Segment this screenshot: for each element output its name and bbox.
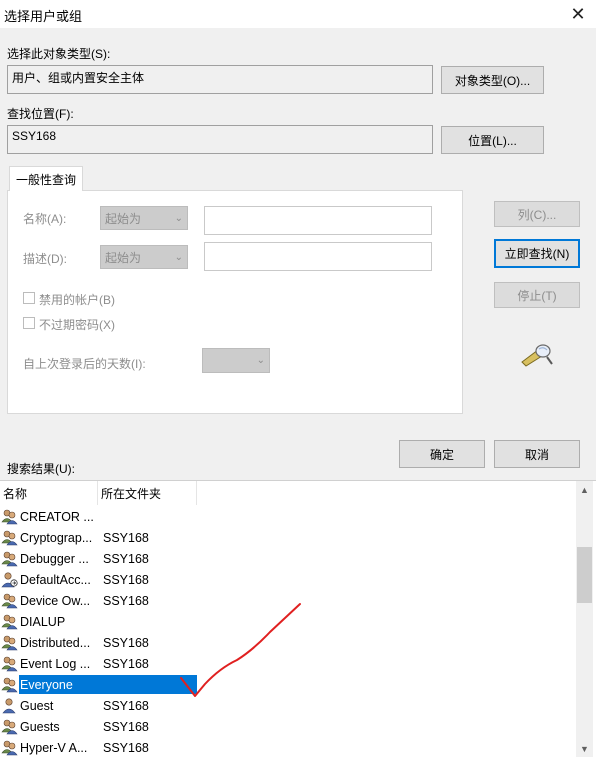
table-row[interactable]: DefaultAcc... SSY168 xyxy=(0,569,576,590)
row-name-cell[interactable]: Everyone xyxy=(0,674,197,695)
row-name-cell[interactable]: Guest xyxy=(0,695,197,716)
close-icon: ✕ xyxy=(570,3,586,24)
column-header-name[interactable]: 名称 xyxy=(0,481,98,505)
table-row[interactable]: Guests SSY168 xyxy=(0,716,576,737)
location-field: SSY168 xyxy=(7,125,433,154)
row-folder: SSY168 xyxy=(103,530,149,545)
cancel-button[interactable]: 取消 xyxy=(494,440,580,468)
row-name-cell[interactable]: DefaultAcc... xyxy=(0,569,197,590)
row-name: CREATOR ... xyxy=(20,509,94,524)
user-icon xyxy=(0,697,19,714)
combo-value: 起始为 xyxy=(105,211,142,226)
row-folder: SSY168 xyxy=(103,719,149,734)
window-title: 选择用户或组 xyxy=(4,9,83,24)
group-icon xyxy=(0,739,19,756)
row-name: Everyone xyxy=(19,675,197,694)
close-button[interactable]: ✕ xyxy=(560,0,596,28)
group-icon xyxy=(0,655,19,672)
group-icon xyxy=(0,550,19,567)
row-name-cell[interactable]: Device Ow... xyxy=(0,590,197,611)
row-folder: SSY168 xyxy=(103,740,149,755)
group-icon xyxy=(0,592,19,609)
find-now-button[interactable]: 立即查找(N) xyxy=(494,239,580,268)
description-match-combo: 起始为 ⌄ xyxy=(100,245,188,269)
columns-button[interactable]: 列(C)... xyxy=(494,201,580,227)
non-expiring-password-label: 不过期密码(X) xyxy=(39,318,115,332)
row-name-cell[interactable]: DIALUP xyxy=(0,611,197,632)
search-flashlight-icon xyxy=(518,340,554,368)
days-since-logon-combo: ⌄ xyxy=(202,348,270,373)
object-type-field: 用户、组或内置安全主体 xyxy=(7,65,433,94)
title-bar xyxy=(0,0,596,28)
non-expiring-password-checkbox xyxy=(23,317,35,329)
table-row[interactable]: Cryptograp... SSY168 xyxy=(0,527,576,548)
table-row[interactable]: CREATOR ... xyxy=(0,506,576,527)
row-folder: SSY168 xyxy=(103,698,149,713)
column-header-folder[interactable]: 所在文件夹 xyxy=(98,481,197,505)
row-folder: SSY168 xyxy=(103,551,149,566)
group-icon xyxy=(0,634,19,651)
chevron-down-icon: ⌄ xyxy=(174,212,183,224)
days-since-logon-label: 自上次登录后的天数(I): xyxy=(23,357,146,371)
scroll-up-icon[interactable]: ▲ xyxy=(576,481,593,498)
results-header: 名称 所在文件夹 xyxy=(0,481,576,505)
scroll-down-icon[interactable]: ▼ xyxy=(576,740,593,757)
combo-value: 起始为 xyxy=(105,250,142,265)
row-name-cell[interactable]: Debugger ... xyxy=(0,548,197,569)
location-label: 查找位置(F): xyxy=(7,107,74,121)
group-icon xyxy=(0,508,19,525)
group-icon xyxy=(0,613,19,630)
user-disabled-icon xyxy=(0,571,19,588)
object-type-label: 选择此对象类型(S): xyxy=(7,47,111,61)
group-icon xyxy=(0,718,19,735)
group-icon xyxy=(0,529,19,546)
name-input xyxy=(204,206,432,235)
row-name-cell[interactable]: Cryptograp... xyxy=(0,527,197,548)
row-folder: SSY168 xyxy=(103,656,149,671)
row-name-cell[interactable]: Distributed... xyxy=(0,632,197,653)
ok-button[interactable]: 确定 xyxy=(399,440,485,468)
name-match-combo: 起始为 ⌄ xyxy=(100,206,188,230)
row-folder: SSY168 xyxy=(103,593,149,608)
tab-general-queries[interactable]: 一般性查询 xyxy=(9,166,83,191)
chevron-down-icon: ⌄ xyxy=(256,355,265,366)
row-folder: SSY168 xyxy=(103,572,149,587)
name-label: 名称(A): xyxy=(23,212,67,226)
table-row[interactable]: Hyper-V A... SSY168 xyxy=(0,737,576,758)
annotation-checkmark-icon xyxy=(180,603,301,697)
description-label: 描述(D): xyxy=(23,252,67,266)
scrollbar-thumb[interactable] xyxy=(577,547,592,603)
description-input xyxy=(204,242,432,271)
vertical-scrollbar[interactable]: ▲ ▼ xyxy=(576,481,593,757)
row-name: DIALUP xyxy=(20,614,66,629)
stop-button[interactable]: 停止(T) xyxy=(494,282,580,308)
tab-label: 一般性查询 xyxy=(15,172,76,187)
group-icon xyxy=(0,676,19,693)
row-folder: SSY168 xyxy=(103,635,149,650)
table-row[interactable]: Debugger ... SSY168 xyxy=(0,548,576,569)
row-name-cell[interactable]: Guests xyxy=(0,716,197,737)
search-results-label: 搜索结果(U): xyxy=(7,462,75,476)
disabled-accounts-checkbox xyxy=(23,292,35,304)
row-name-cell[interactable]: Event Log ... xyxy=(0,653,197,674)
row-name-cell[interactable]: CREATOR ... xyxy=(0,506,197,527)
chevron-down-icon: ⌄ xyxy=(174,251,183,263)
row-name-cell[interactable]: Hyper-V A... xyxy=(0,737,197,758)
object-types-button[interactable]: 对象类型(O)... xyxy=(441,66,544,94)
disabled-accounts-label: 禁用的帐户(B) xyxy=(39,293,115,307)
locations-button[interactable]: 位置(L)... xyxy=(441,126,544,154)
